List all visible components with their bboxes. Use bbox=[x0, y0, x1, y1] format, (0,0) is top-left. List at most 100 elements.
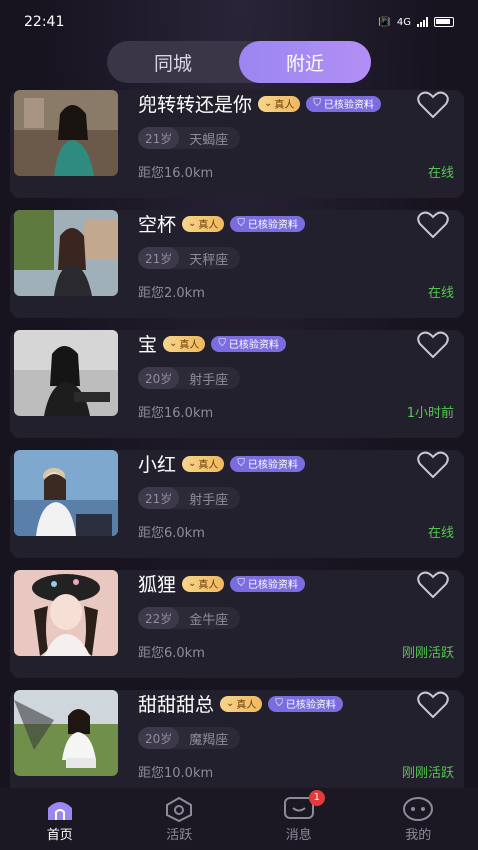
user-name-row: 甜甜甜总 ⌄ 真人 ⛉ 已核验资料 bbox=[138, 690, 343, 717]
chevron-icon: ⌄ bbox=[226, 698, 235, 709]
verified-badge-label: 已核验资料 bbox=[247, 580, 298, 591]
user-name: 宝 bbox=[138, 334, 158, 356]
chevron-icon: ⌄ bbox=[264, 98, 273, 109]
user-card[interactable]: 甜甜甜总 ⌄ 真人 ⛉ 已核验资料 20岁 魔羯座 距您10.0km 刚刚活跃 bbox=[10, 690, 464, 790]
nav-label: 消息 bbox=[285, 827, 312, 843]
user-name: 小红 bbox=[138, 454, 177, 476]
chevron-icon: ⌄ bbox=[188, 458, 197, 469]
tab-nearby[interactable]: 附近 bbox=[239, 41, 371, 83]
nav-activity[interactable]: 活跃 bbox=[129, 796, 229, 843]
real-badge-label: 真人 bbox=[198, 580, 219, 591]
verified-badge: ⛉ 已核验资料 bbox=[268, 695, 343, 712]
user-tags: 21岁 天蝎座 bbox=[138, 127, 241, 149]
nav-label: 首页 bbox=[46, 827, 73, 843]
profile-icon bbox=[403, 796, 434, 821]
real-badge-label: 真人 bbox=[274, 100, 295, 111]
tab-same-city[interactable]: 同城 bbox=[107, 41, 239, 83]
real-person-badge: ⌄ 真人 bbox=[220, 695, 263, 712]
real-person-badge: ⌄ 真人 bbox=[182, 575, 225, 592]
status-time: 22:41 bbox=[24, 14, 65, 30]
nav-label: 活跃 bbox=[166, 827, 193, 843]
heart-icon[interactable] bbox=[416, 690, 450, 720]
user-list[interactable]: 兜转转还是你 ⌄ 真人 ⛉ 已核验资料 21岁 天蝎座 距您16.0km 在线 空杯… bbox=[0, 90, 478, 790]
chevron-icon: ⌄ bbox=[188, 578, 197, 589]
distance: 距您6.0km bbox=[138, 526, 205, 541]
user-card[interactable]: 狐狸 ⌄ 真人 ⛉ 已核验资料 22岁 金牛座 距您6.0km 刚刚活跃 bbox=[10, 570, 464, 678]
avatar[interactable] bbox=[14, 690, 118, 776]
verified-badge: ⛉ 已核验资料 bbox=[230, 575, 305, 592]
verified-badge: ⛉ 已核验资料 bbox=[306, 95, 381, 112]
avatar[interactable] bbox=[14, 210, 118, 296]
zodiac-tag: 魔羯座 bbox=[189, 732, 229, 748]
real-badge-label: 真人 bbox=[198, 460, 219, 471]
age-tag: 22岁 bbox=[138, 607, 180, 629]
shield-icon: ⛉ bbox=[218, 338, 226, 349]
user-name: 空杯 bbox=[138, 214, 177, 236]
shield-icon: ⛉ bbox=[275, 698, 283, 709]
heart-icon[interactable] bbox=[416, 90, 450, 120]
distance: 距您10.0km bbox=[138, 766, 214, 781]
online-status: 1小时前 bbox=[406, 406, 454, 421]
heart-icon[interactable] bbox=[416, 210, 450, 240]
user-name-row: 小红 ⌄ 真人 ⛉ 已核验资料 bbox=[138, 450, 305, 477]
user-tags: 20岁 射手座 bbox=[138, 367, 241, 389]
verified-badge: ⛉ 已核验资料 bbox=[230, 455, 305, 472]
age-tag: 21岁 bbox=[138, 487, 180, 509]
user-tags: 21岁 射手座 bbox=[138, 487, 241, 509]
age-tag: 21岁 bbox=[138, 247, 180, 269]
avatar[interactable] bbox=[14, 450, 118, 536]
user-tags: 22岁 金牛座 bbox=[138, 607, 241, 629]
location-tabs: 同城 附近 bbox=[107, 41, 371, 83]
nav-messages[interactable]: 1 消息 bbox=[249, 789, 349, 843]
zodiac-tag: 天蝎座 bbox=[189, 132, 229, 148]
user-tags: 20岁 魔羯座 bbox=[138, 727, 241, 749]
online-status: 在线 bbox=[427, 286, 454, 301]
battery-icon bbox=[434, 17, 454, 27]
avatar[interactable] bbox=[14, 570, 118, 656]
verified-badge: ⛉ 已核验资料 bbox=[211, 335, 286, 352]
online-status: 刚刚活跃 bbox=[401, 646, 454, 661]
real-badge-label: 真人 bbox=[179, 340, 200, 351]
heart-icon[interactable] bbox=[416, 570, 450, 600]
status-icons: 📳 4G bbox=[378, 17, 454, 28]
vibrate-icon: 📳 bbox=[378, 16, 391, 28]
shield-icon: ⛉ bbox=[237, 218, 245, 229]
user-name-row: 空杯 ⌄ 真人 ⛉ 已核验资料 bbox=[138, 210, 305, 237]
user-name-row: 狐狸 ⌄ 真人 ⛉ 已核验资料 bbox=[138, 570, 305, 597]
age-tag: 20岁 bbox=[138, 367, 180, 389]
home-icon bbox=[47, 801, 72, 820]
nav-label: 我的 bbox=[405, 827, 432, 843]
zodiac-tag: 射手座 bbox=[189, 372, 229, 388]
zodiac-tag: 天秤座 bbox=[189, 252, 229, 268]
user-name: 狐狸 bbox=[138, 574, 177, 596]
heart-icon[interactable] bbox=[416, 330, 450, 360]
user-card[interactable]: 宝 ⌄ 真人 ⛉ 已核验资料 20岁 射手座 距您16.0km 1小时前 bbox=[10, 330, 464, 438]
distance: 距您2.0km bbox=[138, 286, 205, 301]
verified-badge-label: 已核验资料 bbox=[247, 220, 298, 231]
avatar[interactable] bbox=[14, 330, 118, 416]
avatar[interactable] bbox=[14, 90, 118, 176]
bottom-nav: 首页 活跃 1 消息 我的 bbox=[0, 788, 478, 850]
user-card[interactable]: 小红 ⌄ 真人 ⛉ 已核验资料 21岁 射手座 距您6.0km 在线 bbox=[10, 450, 464, 558]
online-status: 在线 bbox=[427, 166, 454, 181]
user-tags: 21岁 天秤座 bbox=[138, 247, 241, 269]
heart-icon[interactable] bbox=[416, 450, 450, 480]
real-person-badge: ⌄ 真人 bbox=[163, 335, 206, 352]
user-name: 甜甜甜总 bbox=[138, 694, 215, 716]
user-name-row: 宝 ⌄ 真人 ⛉ 已核验资料 bbox=[138, 330, 286, 357]
real-badge-label: 真人 bbox=[236, 700, 257, 711]
verified-badge-label: 已核验资料 bbox=[323, 100, 374, 111]
network-label: 4G bbox=[396, 16, 411, 28]
user-card[interactable]: 空杯 ⌄ 真人 ⛉ 已核验资料 21岁 天秤座 距您2.0km 在线 bbox=[10, 210, 464, 318]
shield-icon: ⛉ bbox=[237, 458, 245, 469]
verified-badge-label: 已核验资料 bbox=[247, 460, 298, 471]
nav-profile[interactable]: 我的 bbox=[368, 796, 468, 843]
real-person-badge: ⌄ 真人 bbox=[182, 215, 225, 232]
user-card[interactable]: 兜转转还是你 ⌄ 真人 ⛉ 已核验资料 21岁 天蝎座 距您16.0km 在线 bbox=[10, 90, 464, 198]
age-tag: 21岁 bbox=[138, 127, 180, 149]
user-name: 兜转转还是你 bbox=[138, 94, 253, 116]
nav-home[interactable]: 首页 bbox=[10, 796, 110, 843]
verified-badge: ⛉ 已核验资料 bbox=[230, 215, 305, 232]
distance: 距您6.0km bbox=[138, 646, 205, 661]
chevron-icon: ⌄ bbox=[169, 338, 178, 349]
